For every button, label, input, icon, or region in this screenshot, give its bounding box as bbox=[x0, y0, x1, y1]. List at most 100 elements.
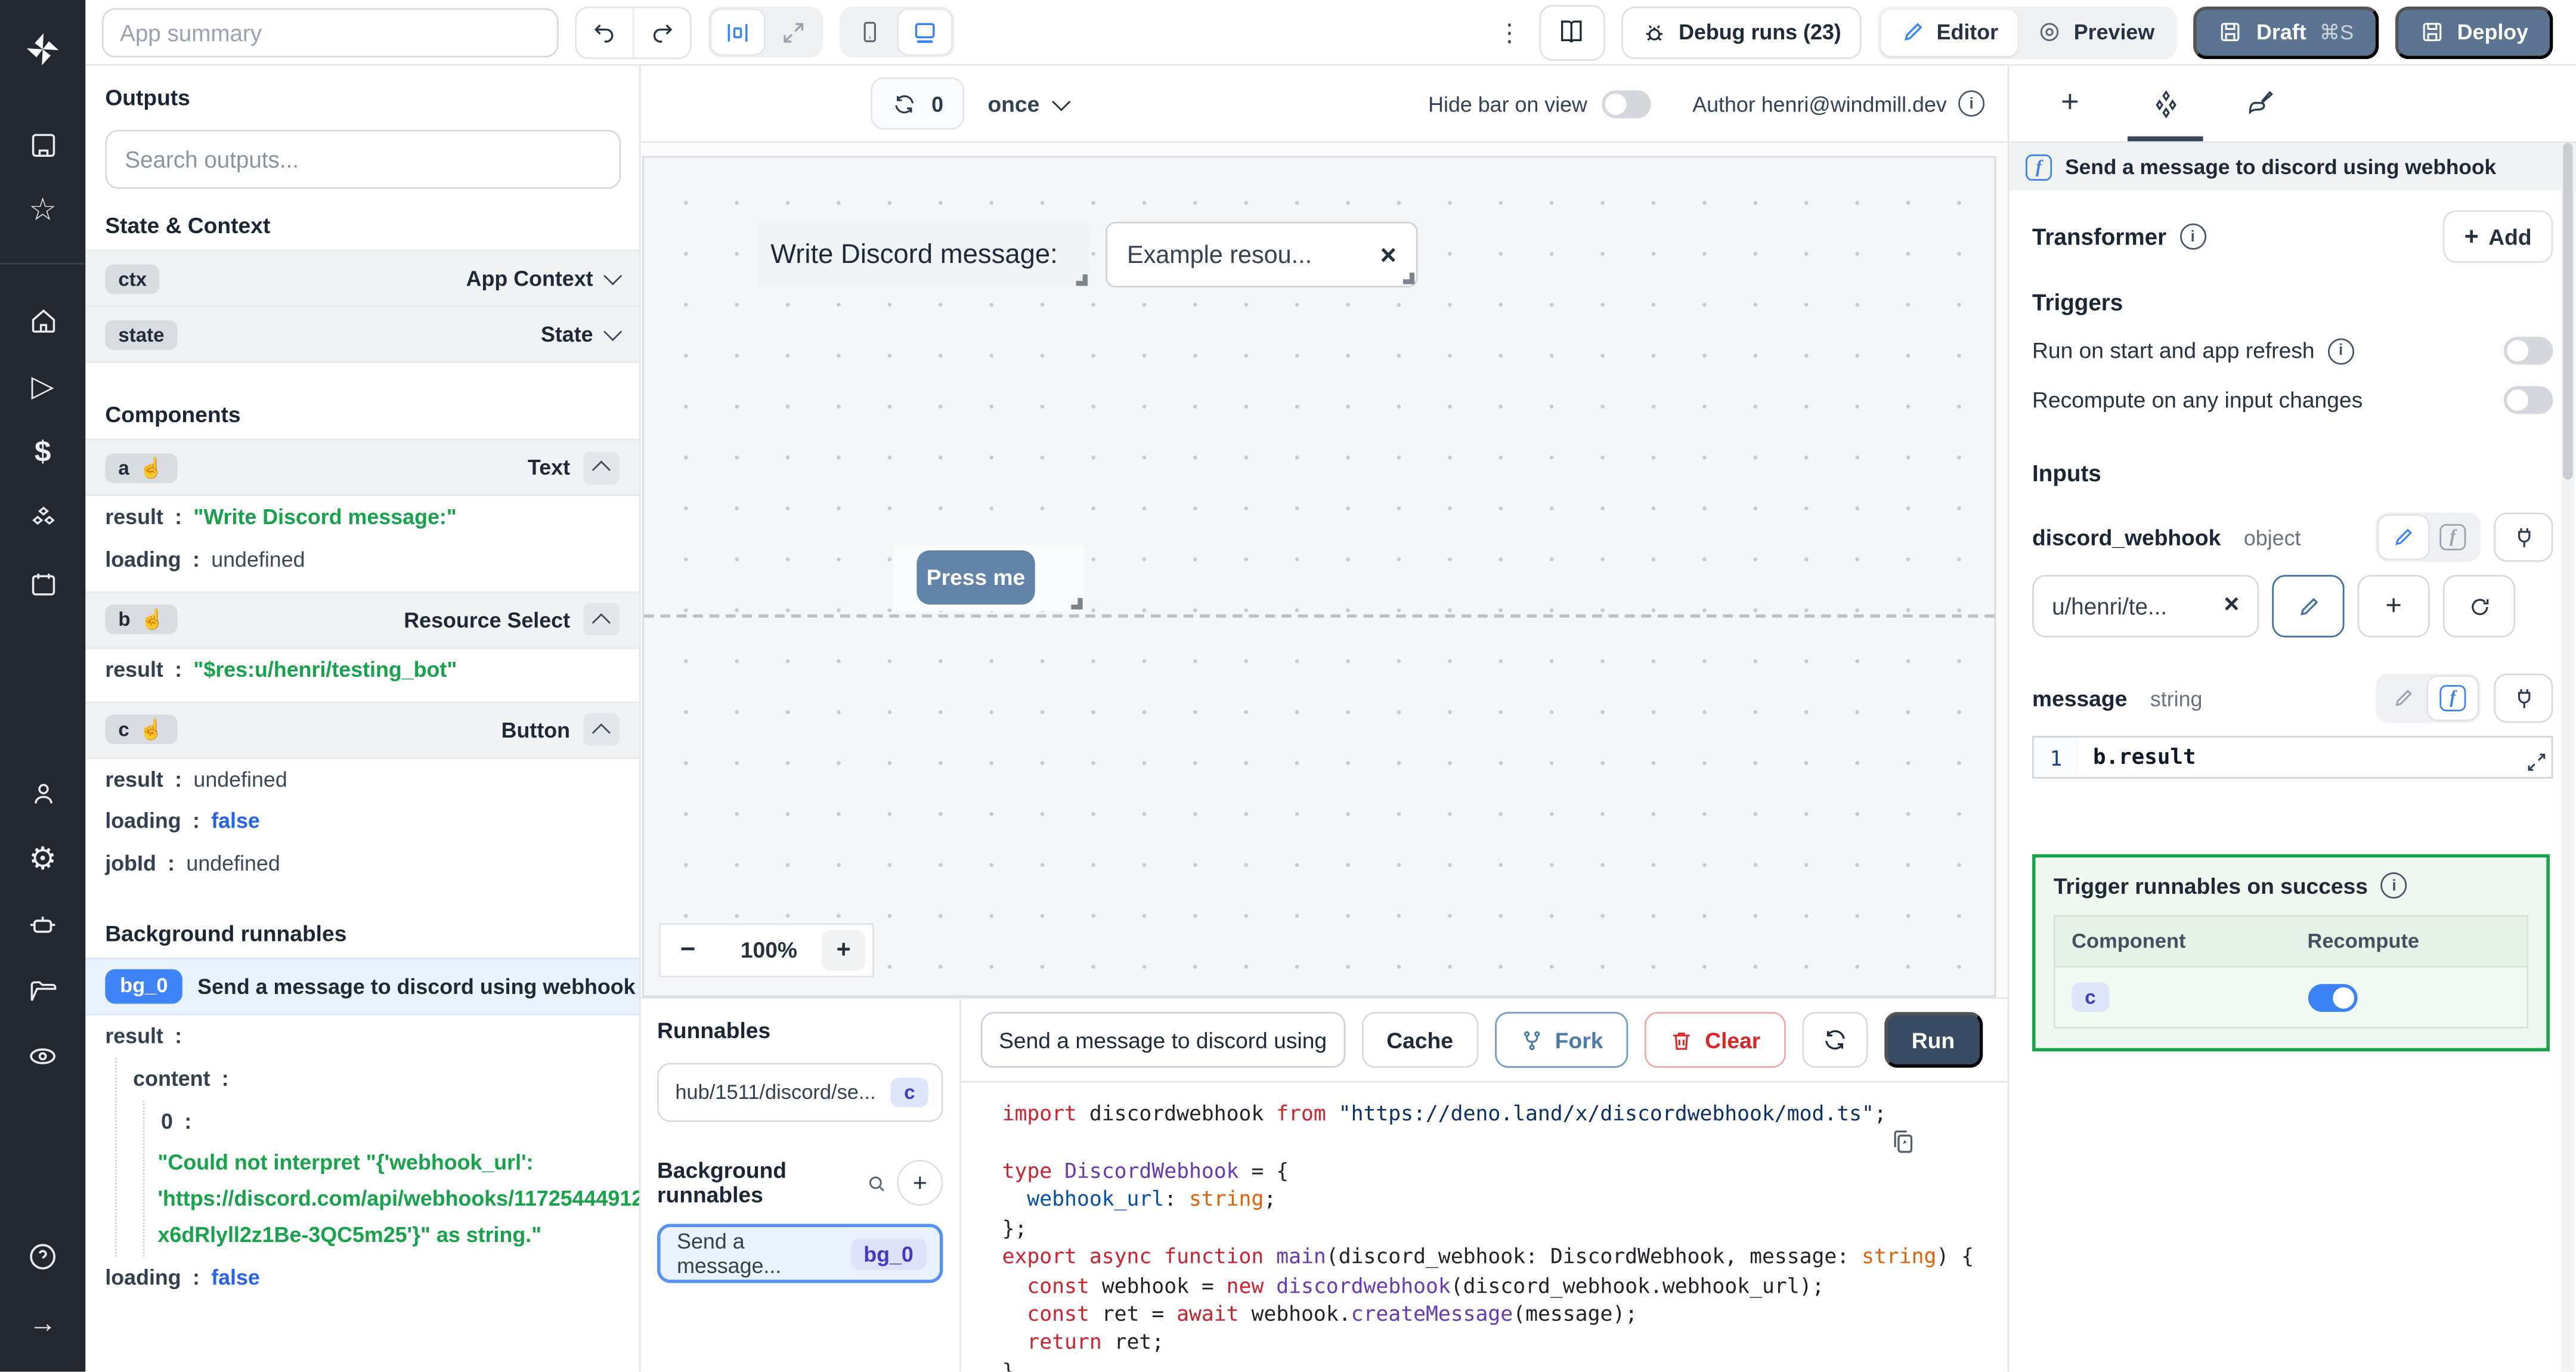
bg0-runnable-header[interactable]: bg_0 Send a message to discord using web… bbox=[85, 958, 639, 1015]
connect-plug-icon[interactable] bbox=[2494, 512, 2553, 562]
success-table-row: c bbox=[2055, 968, 2527, 1027]
state-row[interactable]: state State bbox=[85, 307, 639, 363]
app-canvas[interactable]: Write Discord message: Example resou... … bbox=[642, 156, 1996, 998]
state-label: State bbox=[540, 321, 593, 347]
undo-button[interactable] bbox=[577, 7, 633, 57]
resize-handle[interactable] bbox=[1402, 272, 1415, 284]
search-outputs-input[interactable] bbox=[105, 129, 621, 189]
component-c-header[interactable]: c ☝ Button bbox=[85, 701, 639, 758]
press-me-button[interactable]: Press me bbox=[917, 550, 1035, 605]
run-button[interactable]: Run bbox=[1883, 1012, 1983, 1069]
bg-runnables-title: Background runnables bbox=[657, 1158, 787, 1208]
draft-button[interactable]: Draft ⌘S bbox=[2194, 5, 2379, 58]
runnable-name-input[interactable] bbox=[980, 1012, 1346, 1069]
component-b-header[interactable]: b ☝ Resource Select bbox=[85, 590, 639, 649]
clear-resource-icon[interactable] bbox=[2224, 593, 2239, 620]
expand-canvas-icon[interactable] bbox=[767, 10, 820, 54]
resize-handle[interactable] bbox=[1071, 597, 1083, 610]
schedules-icon[interactable] bbox=[0, 550, 85, 616]
run-on-start-toggle[interactable] bbox=[2503, 336, 2553, 365]
variables-icon[interactable]: $ bbox=[0, 419, 85, 485]
settings-gear-icon[interactable]: ⚙ bbox=[0, 826, 85, 892]
app-summary-input[interactable] bbox=[101, 7, 559, 57]
collapse-button[interactable] bbox=[583, 451, 620, 484]
workers-robot-icon[interactable] bbox=[0, 892, 85, 958]
button-component[interactable]: Press me bbox=[893, 545, 1085, 611]
refresh-mode-value: once bbox=[987, 91, 1040, 116]
scrollbar[interactable] bbox=[2561, 143, 2575, 1372]
favorites-star-icon[interactable]: ☆ bbox=[0, 178, 85, 243]
cache-button[interactable]: Cache bbox=[1361, 1012, 1478, 1069]
home-icon[interactable] bbox=[0, 287, 85, 353]
selected-runnable-item[interactable]: Send a message... bg_0 bbox=[657, 1224, 943, 1284]
tab-styling[interactable] bbox=[2213, 66, 2308, 141]
connect-plug-icon[interactable] bbox=[2494, 673, 2553, 723]
components-diamond-icon bbox=[2154, 89, 2176, 118]
resources-icon[interactable] bbox=[0, 485, 85, 550]
resource-value-select[interactable]: u/henri/te... bbox=[2032, 575, 2259, 637]
hide-bar-toggle[interactable] bbox=[1602, 89, 1652, 117]
collapse-sidebar-icon[interactable]: → bbox=[0, 1290, 85, 1355]
info-icon[interactable] bbox=[2179, 223, 2206, 250]
ctx-row[interactable]: ctx App Context bbox=[85, 249, 639, 308]
tab-insert-component[interactable]: + bbox=[2023, 66, 2118, 141]
input-mode-switch: f bbox=[2375, 512, 2481, 562]
audit-eye-icon[interactable] bbox=[0, 1023, 85, 1089]
refresh-code-button[interactable] bbox=[1801, 1012, 1868, 1069]
info-icon[interactable] bbox=[2327, 337, 2354, 364]
help-icon[interactable] bbox=[0, 1224, 85, 1290]
collapse-button[interactable] bbox=[583, 603, 620, 636]
add-resource-button[interactable]: + bbox=[2357, 575, 2430, 637]
center-canvas-icon[interactable] bbox=[711, 10, 764, 54]
tab-editor[interactable]: Editor bbox=[1880, 9, 2018, 55]
clear-button[interactable]: Clear bbox=[1644, 1012, 1785, 1069]
output-row: content: bbox=[133, 1066, 229, 1091]
redo-button[interactable] bbox=[632, 7, 690, 57]
editor-label: Editor bbox=[1936, 20, 1999, 45]
info-icon[interactable] bbox=[1958, 90, 1985, 117]
runs-icon[interactable]: ▷ bbox=[0, 353, 85, 419]
more-menu-icon[interactable] bbox=[1496, 17, 1522, 47]
refresh-mode-select[interactable]: once bbox=[987, 91, 1070, 116]
refresh-count-box[interactable]: 0 bbox=[871, 77, 965, 130]
expand-editor-icon[interactable] bbox=[2525, 751, 2549, 774]
docs-book-button[interactable] bbox=[1538, 4, 1605, 60]
zoom-in-button[interactable]: + bbox=[821, 930, 866, 971]
add-runnable-button[interactable]: + bbox=[897, 1160, 943, 1206]
static-mode-pencil-icon[interactable] bbox=[2379, 677, 2428, 720]
message-expression-editor[interactable]: 1 b.result bbox=[2032, 736, 2553, 779]
clear-selection-icon[interactable] bbox=[1380, 241, 1396, 269]
edit-resource-button[interactable] bbox=[2272, 575, 2345, 637]
folders-icon[interactable] bbox=[0, 958, 85, 1023]
component-a-header[interactable]: a ☝ Text bbox=[85, 438, 639, 497]
windmill-logo-icon[interactable] bbox=[0, 17, 85, 82]
workspace-icon[interactable] bbox=[0, 112, 85, 177]
runnable-item[interactable]: hub/1511/discord/se... c bbox=[657, 1063, 943, 1123]
resource-select-component[interactable]: Example resou... bbox=[1106, 221, 1418, 288]
eval-mode-icon[interactable]: f bbox=[2428, 677, 2478, 720]
tab-preview[interactable]: Preview bbox=[2018, 9, 2174, 55]
text-component[interactable]: Write Discord message: bbox=[757, 221, 1089, 288]
recompute-on-input-toggle[interactable] bbox=[2503, 386, 2553, 414]
deploy-button[interactable]: Deploy bbox=[2394, 5, 2553, 58]
code-editor[interactable]: import discordwebhook from "https://deno… bbox=[961, 1081, 2008, 1372]
fork-button[interactable]: Fork bbox=[1494, 1012, 1628, 1069]
recompute-c-toggle[interactable] bbox=[2307, 983, 2357, 1011]
tab-component-settings[interactable] bbox=[2117, 66, 2213, 141]
info-icon[interactable] bbox=[2381, 872, 2408, 899]
message-expression: b.result bbox=[2092, 745, 2196, 770]
debug-runs-button[interactable]: Debug runs (23) bbox=[1621, 5, 1861, 58]
refresh-resource-button[interactable] bbox=[2442, 575, 2516, 637]
desktop-view-icon[interactable] bbox=[899, 10, 952, 54]
trigger2-label: Recompute on any input changes bbox=[2032, 388, 2363, 413]
zoom-out-button[interactable]: − bbox=[680, 936, 717, 965]
collapse-button[interactable] bbox=[583, 713, 620, 746]
resize-handle[interactable] bbox=[1076, 274, 1088, 286]
add-transformer-button[interactable]: + Add bbox=[2442, 210, 2553, 263]
static-mode-pencil-icon[interactable] bbox=[2379, 516, 2429, 559]
users-icon[interactable] bbox=[0, 761, 85, 826]
mobile-view-icon[interactable] bbox=[843, 10, 895, 54]
copy-code-icon[interactable] bbox=[1889, 1129, 1917, 1157]
eval-mode-icon[interactable]: f bbox=[2428, 516, 2478, 559]
search-icon[interactable] bbox=[866, 1172, 887, 1194]
